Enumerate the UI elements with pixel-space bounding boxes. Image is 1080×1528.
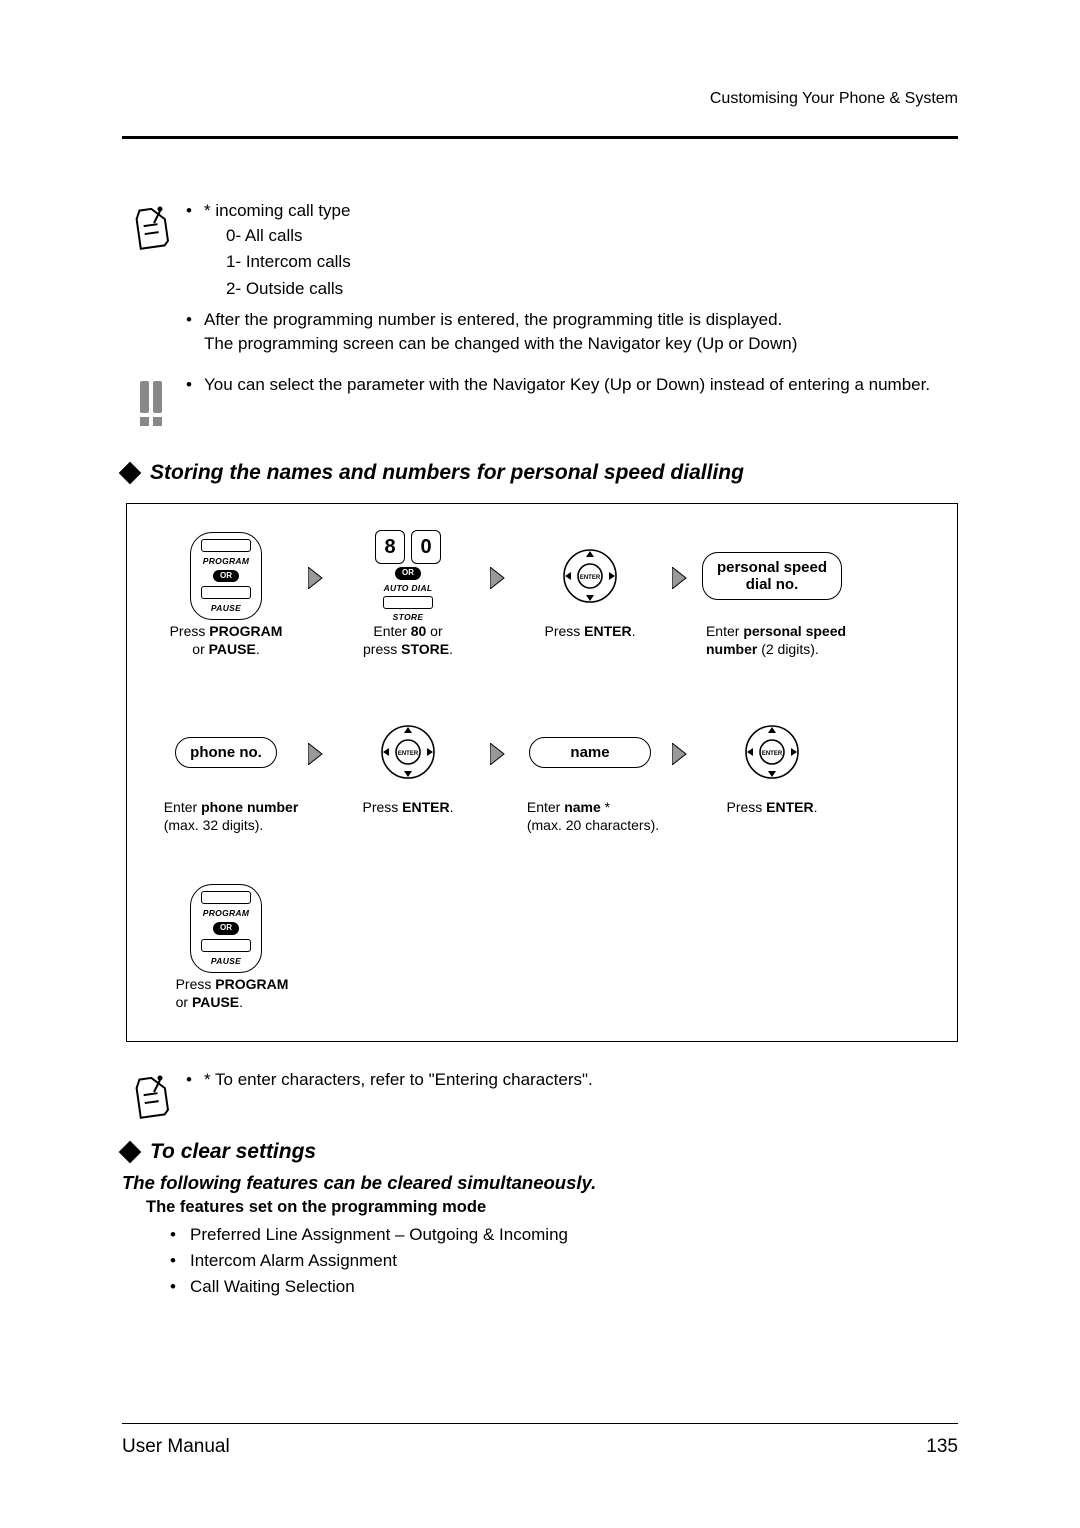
arrow-icon <box>483 706 515 798</box>
notepad-icon <box>122 199 182 251</box>
note1-sub-1: 1- Intercom calls <box>226 250 958 275</box>
step-phone-caption: Enter phone number (max. 32 digits). <box>154 798 299 834</box>
input-phone-no: phone no. <box>175 737 277 768</box>
footer-left: User Manual <box>122 1436 230 1458</box>
step-program-caption: Press PROGRAM or PAUSE. <box>170 622 283 658</box>
running-head: Customising Your Phone & System <box>122 90 958 108</box>
section-storing-head: Storing the names and numbers for person… <box>122 461 958 485</box>
pause-label: PAUSE <box>211 603 241 613</box>
navigator-key-icon: ENTER <box>740 706 804 798</box>
program-key-graphic: PROGRAM OR PAUSE <box>190 530 262 622</box>
step-80-caption: Enter 80 or press STORE. <box>363 622 453 658</box>
store-key-graphic: 8 0 OR AUTO DIAL STORE <box>375 530 441 622</box>
note-block-2: You can select the parameter with the Na… <box>122 373 958 431</box>
store-label: STORE <box>393 612 424 622</box>
note3-item: * To enter characters, refer to "Enterin… <box>182 1068 958 1093</box>
navigator-key-icon: ENTER <box>558 530 622 622</box>
step-80-store: 8 0 OR AUTO DIAL STORE Enter 80 or press… <box>333 530 483 658</box>
page-footer: User Manual 135 <box>122 1423 958 1458</box>
arrow-icon <box>301 706 333 798</box>
flow-row-3: PROGRAM OR PAUSE Press PROGRAM or PAUSE. <box>151 883 933 1011</box>
step-enter-3: ENTER Press ENTER. <box>697 706 847 816</box>
svg-text:ENTER: ENTER <box>762 751 783 757</box>
step-program-end: PROGRAM OR PAUSE Press PROGRAM or PAUSE. <box>151 883 301 1011</box>
note1-b2a: After the programming number is entered,… <box>204 310 782 329</box>
step-program-1: PROGRAM OR PAUSE Press PROGRAM or PAUSE. <box>151 530 301 658</box>
step-program-end-caption: Press PROGRAM or PAUSE. <box>164 975 289 1011</box>
digit-0: 0 <box>411 530 441 564</box>
clear-features-list: Preferred Line Assignment – Outgoing & I… <box>170 1225 958 1297</box>
step-enter-1-caption: Press ENTER. <box>544 622 635 640</box>
program-label: PROGRAM <box>203 556 250 566</box>
step-name: name Enter name * (max. 20 characters). <box>515 706 665 834</box>
note1-sub-2: 2- Outside calls <box>226 277 958 302</box>
footer-page-number: 135 <box>926 1436 958 1458</box>
step-phone-no: phone no. Enter phone number (max. 32 di… <box>151 706 301 834</box>
auto-dial-label: AUTO DIAL <box>384 583 433 593</box>
clear-item-1: Preferred Line Assignment – Outgoing & I… <box>170 1225 958 1245</box>
speed-dial-flow: PROGRAM OR PAUSE Press PROGRAM or PAUSE. <box>126 503 958 1042</box>
program-key-graphic-end: PROGRAM OR PAUSE <box>190 883 262 975</box>
input-name: name <box>529 737 650 768</box>
clear-item-3: Call Waiting Selection <box>170 1277 958 1297</box>
notepad-icon <box>122 1068 182 1120</box>
page-content: * incoming call type 0- All calls 1- Int… <box>122 139 958 1297</box>
clear-item-2: Intercom Alarm Assignment <box>170 1251 958 1271</box>
or-label-2: OR <box>395 567 421 579</box>
arrow-icon <box>665 706 697 798</box>
digit-8: 8 <box>375 530 405 564</box>
note1-b2b: The programming screen can be changed wi… <box>204 334 797 353</box>
step-enter-2-caption: Press ENTER. <box>362 798 453 816</box>
arrow-icon <box>301 530 333 622</box>
note-block-3: * To enter characters, refer to "Enterin… <box>122 1068 958 1120</box>
step-enter-3-caption: Press ENTER. <box>726 798 817 816</box>
step-personal-speed-caption: Enter personal speed number (2 digits). <box>698 622 846 658</box>
section-clear-head: To clear settings <box>122 1140 958 1164</box>
arrow-icon <box>665 530 697 622</box>
footer-rule <box>122 1423 958 1424</box>
or-label: OR <box>213 570 239 582</box>
arrow-icon <box>483 530 515 622</box>
note1-item-title: After the programming number is entered,… <box>182 308 958 357</box>
note1-sub-0: 0- All calls <box>226 224 958 249</box>
diamond-icon <box>119 1141 142 1164</box>
note1-lead: * incoming call type <box>204 201 350 220</box>
step-personal-speed: personal speed dial no. Enter personal s… <box>697 530 847 658</box>
clear-subtitle-1: The following features can be cleared si… <box>122 1172 958 1194</box>
step-name-caption: Enter name * (max. 20 characters). <box>521 798 659 834</box>
navigator-key-icon: ENTER <box>376 706 440 798</box>
note-block-1: * incoming call type 0- All calls 1- Int… <box>122 199 958 363</box>
step-enter-2: ENTER Press ENTER. <box>333 706 483 816</box>
diamond-icon <box>119 462 142 485</box>
svg-text:ENTER: ENTER <box>398 751 419 757</box>
step-enter-1: ENTER Press ENTER. <box>515 530 665 640</box>
section-clear-title: To clear settings <box>150 1140 316 1164</box>
important-icon <box>122 373 182 431</box>
section-storing-title: Storing the names and numbers for person… <box>150 461 744 485</box>
clear-subtitle-2: The features set on the programming mode <box>146 1198 958 1217</box>
pause-label-2: PAUSE <box>211 956 241 966</box>
or-label-3: OR <box>213 922 239 934</box>
flow-row-1: PROGRAM OR PAUSE Press PROGRAM or PAUSE. <box>151 530 933 658</box>
flow-row-2: phone no. Enter phone number (max. 32 di… <box>151 706 933 834</box>
input-personal-speed: personal speed dial no. <box>702 552 842 601</box>
note2-item: You can select the parameter with the Na… <box>182 373 958 398</box>
note1-item-types: * incoming call type 0- All calls 1- Int… <box>182 199 958 302</box>
svg-text:ENTER: ENTER <box>580 575 601 581</box>
program-label-2: PROGRAM <box>203 908 250 918</box>
